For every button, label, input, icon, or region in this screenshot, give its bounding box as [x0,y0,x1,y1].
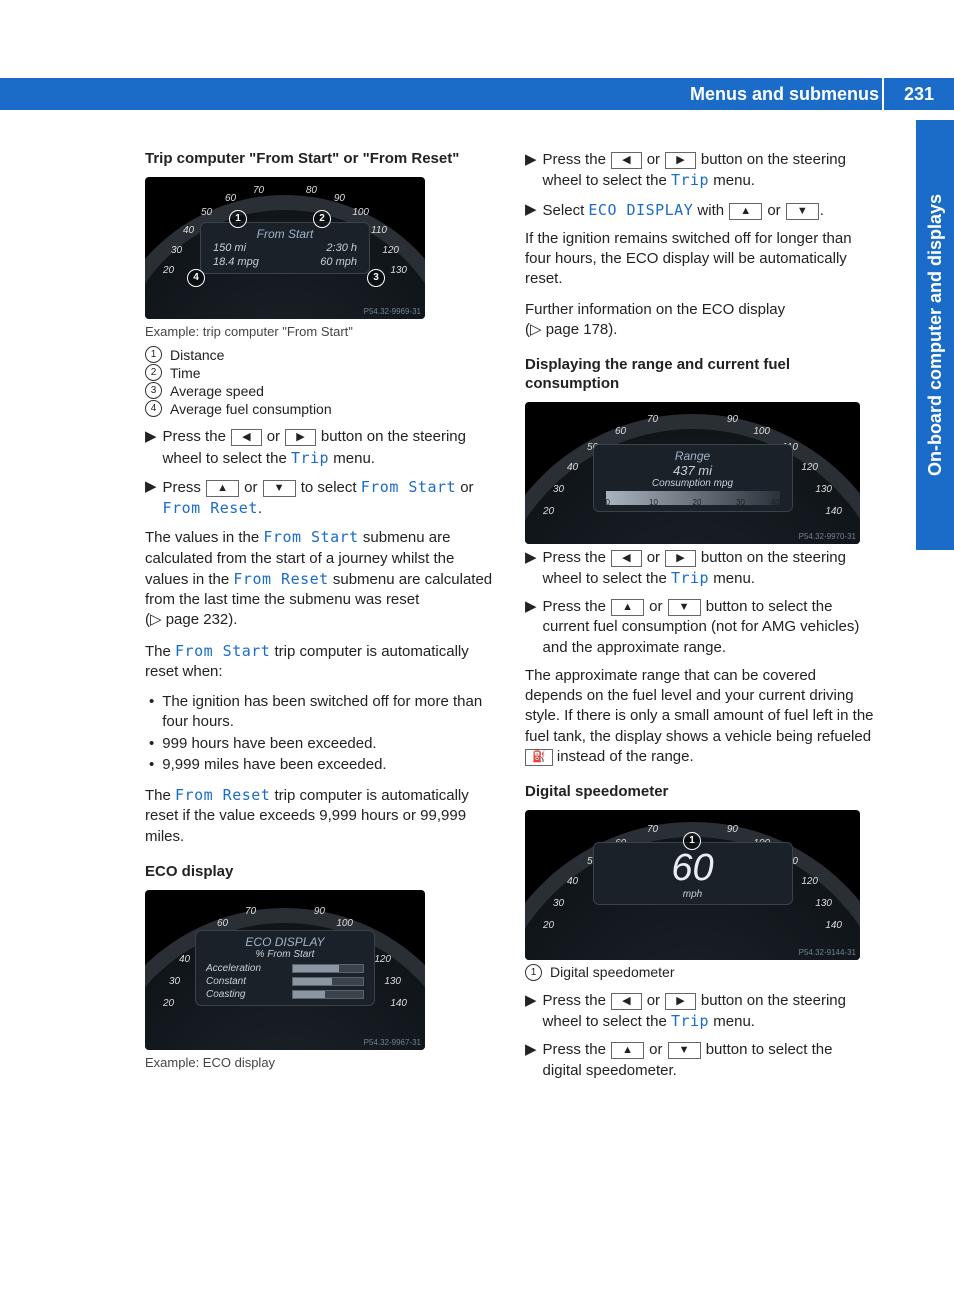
refuel-icon: ⛽ [525,749,553,766]
range-step-2: ▶ Press the ▲ or ▼ button to select the … [525,597,875,658]
range-heading: Displaying the range and current fuel co… [525,356,875,394]
page-number: 231 [882,78,954,110]
trip-para-2: The From Start trip computer is automati… [145,641,495,683]
speedo-heading: Digital speedometer [525,783,875,802]
left-button-icon: ◀ [611,152,641,169]
eco-heading: ECO display [145,863,495,882]
speedo-legend: 1Digital speedometer [525,964,875,981]
eco-figure: 20140 30130 40120 50110 60100 7090 ECO D… [145,890,425,1050]
eco-step-2: ▶ Select ECO DISPLAY with ▲ or ▼. [525,200,875,221]
trip-step-2: ▶ Press ▲ or ▼ to select From Start or F… [145,477,495,520]
trip-para-3: The From Reset trip computer is automati… [145,785,495,847]
down-button-icon: ▼ [668,599,701,616]
down-button-icon: ▼ [263,480,296,497]
left-button-icon: ◀ [611,993,641,1010]
range-para: The approximate range that can be covere… [525,666,875,767]
range-step-1: ▶ Press the ◀ or ▶ button on the steerin… [525,548,875,590]
header-bar: Menus and submenus 231 [0,78,954,110]
speedo-figure: 20140 30130 40120 50110 60100 7090 60 mp… [525,810,860,960]
right-button-icon: ▶ [285,429,315,446]
up-button-icon: ▲ [729,203,762,220]
down-button-icon: ▼ [668,1042,701,1059]
trip-computer-legend: 1Distance 2Time 3Average speed 4Average … [145,346,495,417]
right-button-icon: ▶ [665,993,695,1010]
section-title: Menus and submenus [690,78,879,110]
left-button-icon: ◀ [611,550,641,567]
side-tab: On-board computer and displays [916,120,954,550]
right-button-icon: ▶ [665,152,695,169]
trip-para-1: The values in the From Start submenu are… [145,527,495,630]
eco-caption: Example: ECO display [145,1054,495,1072]
speedo-step-2: ▶ Press the ▲ or ▼ button to select the … [525,1040,875,1081]
eco-para-2: Further information on the ECO display (… [525,300,875,341]
left-button-icon: ◀ [231,429,261,446]
up-button-icon: ▲ [206,480,239,497]
up-button-icon: ▲ [611,1042,644,1059]
eco-step-1: ▶ Press the ◀ or ▶ button on the steerin… [525,150,875,192]
trip-computer-caption: Example: trip computer "From Start" [145,323,495,341]
up-button-icon: ▲ [611,599,644,616]
trip-computer-figure: 20130 30120 40110 50100 6090 7080 From S… [145,177,425,319]
eco-para-1: If the ignition remains switched off for… [525,229,875,290]
trip-computer-heading: Trip computer "From Start" or "From Rese… [145,150,495,169]
speedo-step-1: ▶ Press the ◀ or ▶ button on the steerin… [525,991,875,1033]
right-button-icon: ▶ [665,550,695,567]
range-figure: 20140 30130 40120 50110 60100 7090 Range… [525,402,860,544]
down-button-icon: ▼ [786,203,819,220]
side-tab-label: On-board computer and displays [925,194,946,476]
right-column: ▶ Press the ◀ or ▶ button on the steerin… [525,150,875,1089]
left-column: Trip computer "From Start" or "From Rese… [145,150,495,1089]
trip-step-1: ▶ Press the ◀ or ▶ button on the steerin… [145,427,495,469]
trip-reset-bullets: •The ignition has been switched off for … [145,692,495,775]
